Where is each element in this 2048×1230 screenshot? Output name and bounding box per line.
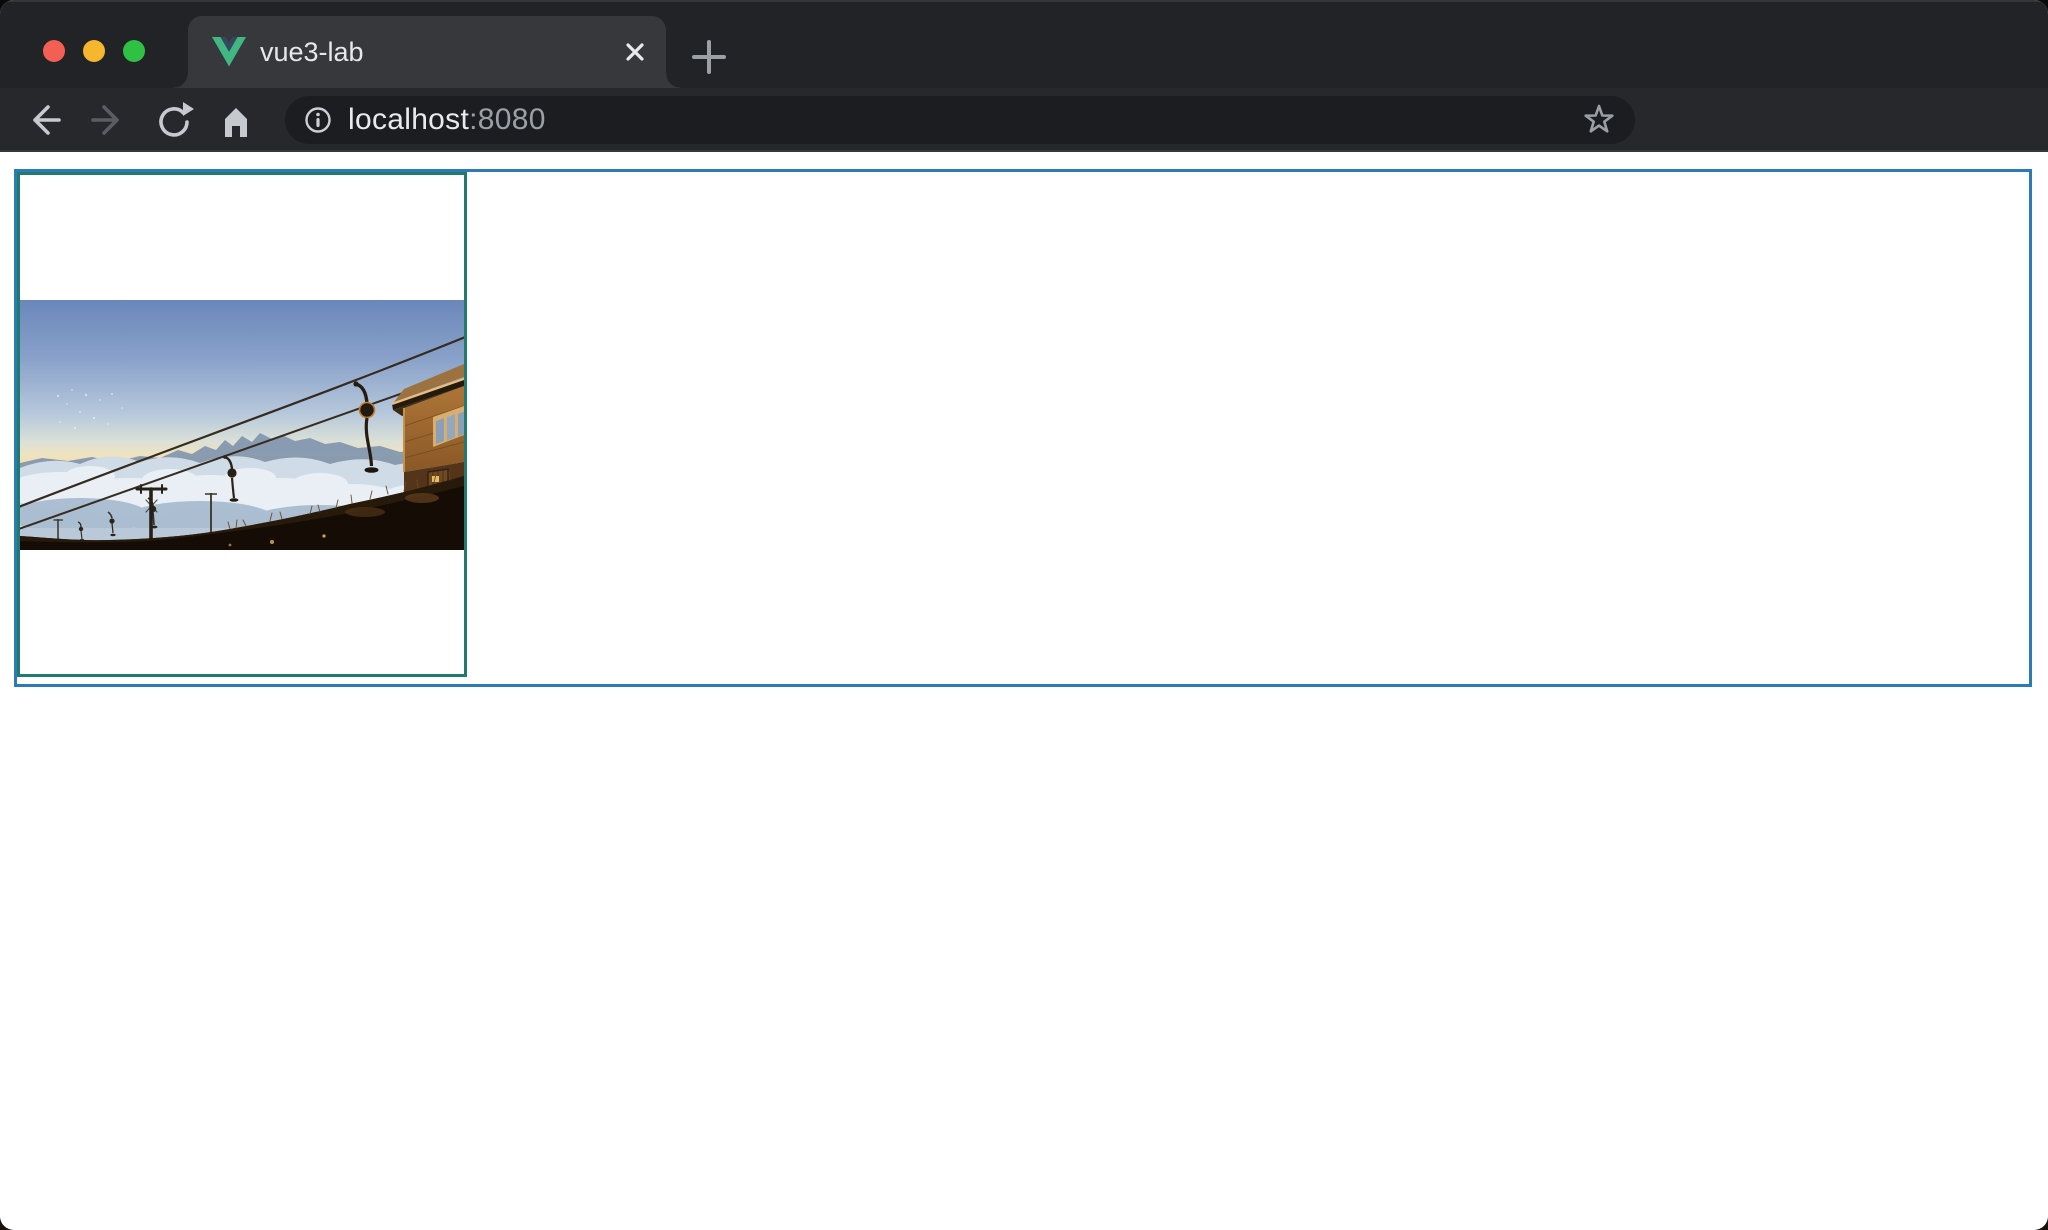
browser-window: vue3-lab localhost:8080 — [0, 0, 2048, 1230]
toolbar: localhost:8080 {} — [0, 88, 2048, 232]
forward-icon[interactable] — [86, 98, 130, 142]
url-port: :8080 — [469, 103, 546, 136]
url-text[interactable]: localhost:8080 — [348, 96, 546, 144]
app-container — [14, 169, 2032, 687]
tab-close-icon[interactable] — [622, 39, 648, 65]
traffic-light-zoom-button[interactable] — [123, 40, 145, 62]
traffic-light-close-button[interactable] — [43, 40, 65, 62]
vue-logo-icon — [212, 37, 246, 67]
tab-vue3-lab[interactable]: vue3-lab — [174, 16, 680, 88]
address-bar[interactable]: localhost:8080 — [285, 96, 1635, 144]
tab-title: vue3-lab — [260, 37, 364, 67]
bookmark-star-icon[interactable] — [1577, 98, 1621, 142]
page-content — [0, 152, 2048, 1230]
tab-strip: vue3-lab — [0, 0, 2048, 88]
reload-icon[interactable] — [150, 98, 194, 142]
back-icon[interactable] — [22, 98, 66, 142]
new-tab-button[interactable] — [691, 39, 727, 75]
image-card — [17, 172, 467, 677]
photo-ski-lift — [20, 299, 464, 550]
traffic-light-minimize-button[interactable] — [83, 40, 105, 62]
page-info-icon[interactable] — [303, 105, 333, 135]
home-icon[interactable] — [214, 98, 258, 142]
url-host: localhost — [348, 103, 470, 136]
